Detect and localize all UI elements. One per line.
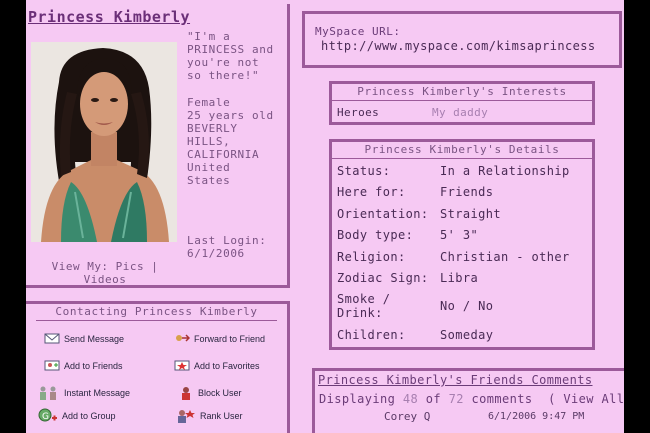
detail-label: Zodiac Sign: [337, 271, 429, 285]
add-friend-icon [44, 359, 60, 372]
detail-value: Straight [440, 207, 501, 221]
displaying-word: Displaying [319, 392, 396, 406]
view-videos-link[interactable]: Videos [40, 273, 170, 286]
detail-label: Here for: [337, 185, 406, 199]
last-login-label: Last Login: [187, 234, 267, 247]
quote-line: PRINCESS and [187, 43, 274, 56]
comments-total: 72 [448, 392, 464, 406]
block-user-label: Block User [198, 387, 242, 398]
comments-shown: 48 [402, 392, 419, 406]
instant-message-button[interactable]: Instant Message [38, 386, 131, 400]
detail-label: Body type: [337, 228, 414, 242]
detail-value: Friends [440, 185, 494, 199]
detail-value: 5' 3" [440, 228, 479, 242]
profile-info-box: Princess Kimberly "I'm a PRINCESS and yo… [26, 4, 290, 288]
contacting-box: Contacting Princess Kimberly Send Messag… [26, 301, 290, 433]
interests-title: Princess Kimberly's Interests [332, 85, 592, 101]
rank-user-button[interactable]: Rank User [176, 408, 243, 424]
country-line: United [187, 161, 231, 174]
location-line: BEVERLY [187, 122, 238, 135]
block-user-icon [180, 386, 194, 400]
instant-message-icon [38, 386, 60, 400]
last-login-date: 6/1/2006 [187, 247, 245, 260]
rank-user-icon [176, 408, 196, 424]
profile-photo-image [31, 42, 177, 242]
of-word: of [425, 392, 441, 406]
location-line: HILLS, [187, 135, 231, 148]
interests-box: Princess Kimberly's Interests Heroes My … [329, 81, 595, 125]
forward-to-friend-label: Forward to Friend [194, 333, 266, 344]
add-to-group-label: Add to Group [62, 411, 116, 421]
myspace-url-link[interactable]: http://www.myspace.com/kimsaprincess [321, 39, 596, 53]
details-box: Princess Kimberly's Details Status: In a… [329, 139, 595, 350]
add-to-favorites-label: Add to Favorites [194, 360, 260, 371]
send-message-button[interactable]: Send Message [44, 332, 124, 345]
view-my-links: View My: Pics | Videos [40, 260, 170, 286]
profile-quote: "I'm a PRINCESS and you're not so there!… [187, 30, 274, 82]
detail-label: Children: [337, 328, 406, 342]
gender: Female [187, 96, 231, 109]
friends-comments-box: Princess Kimberly's Friends Comments Dis… [312, 368, 624, 433]
instant-message-label: Instant Message [64, 387, 131, 398]
profile-photo[interactable] [31, 42, 177, 242]
add-to-friends-button[interactable]: Add to Friends [44, 359, 123, 372]
detail-value: Someday [440, 328, 494, 342]
detail-label: Status: [337, 164, 391, 178]
myspace-url-label: MySpace URL: [315, 25, 401, 38]
svg-text:G: G [42, 412, 49, 422]
interest-row: Heroes My daddy [337, 106, 488, 119]
comments-count: Displaying 48 of 72 comments ( View All [319, 392, 624, 406]
block-user-button[interactable]: Block User [180, 386, 242, 400]
favorites-icon [174, 359, 190, 372]
detail-label: Religion: [337, 250, 406, 264]
add-to-group-button[interactable]: G Add to Group [38, 408, 116, 424]
view-pics-link[interactable]: View My: Pics | [40, 260, 170, 273]
interest-value: My daddy [432, 106, 489, 119]
forward-to-friend-button[interactable]: Forward to Friend [174, 332, 265, 345]
view-all-link[interactable]: ( View All [548, 392, 624, 406]
location-line: CALIFORNIA [187, 148, 260, 161]
profile-basic-info: Female 25 years old BEVERLY HILLS, CALIF… [187, 96, 274, 187]
quote-line: you're not [187, 56, 260, 69]
detail-value: In a Relationship [440, 164, 570, 178]
envelope-icon [44, 332, 60, 345]
add-to-favorites-button[interactable]: Add to Favorites [174, 359, 260, 372]
comments-word: comments [471, 392, 533, 406]
contacting-title: Contacting Princess Kimberly [26, 305, 287, 321]
quote-line: so there!" [187, 69, 260, 82]
group-icon: G [38, 408, 58, 424]
interest-label: Heroes [337, 106, 380, 119]
detail-value: No / No [440, 299, 494, 313]
country-line: States [187, 174, 231, 187]
comment-date: 6/1/2006 9:47 PM [488, 411, 585, 422]
detail-value: Libra [440, 271, 479, 285]
details-title: Princess Kimberly's Details [332, 143, 592, 159]
friends-comments-title: Princess Kimberly's Friends Comments [318, 373, 593, 387]
detail-label: Orientation: [337, 207, 429, 221]
comment-author[interactable]: Corey Q [384, 410, 430, 423]
forward-icon [174, 332, 191, 345]
rank-user-label: Rank User [200, 411, 243, 421]
myspace-url-box: MySpace URL: http://www.myspace.com/kims… [302, 11, 622, 68]
age: 25 years old [187, 109, 274, 122]
detail-value: Christian - other [440, 250, 570, 264]
profile-page: Princess Kimberly "I'm a PRINCESS and yo… [26, 0, 624, 433]
last-login: Last Login: 6/1/2006 [187, 234, 266, 260]
detail-label: Smoke / Drink: [337, 292, 391, 320]
quote-line: "I'm a [187, 30, 231, 43]
profile-name: Princess Kimberly [28, 8, 191, 26]
add-to-friends-label: Add to Friends [64, 360, 123, 371]
send-message-label: Send Message [64, 333, 125, 344]
